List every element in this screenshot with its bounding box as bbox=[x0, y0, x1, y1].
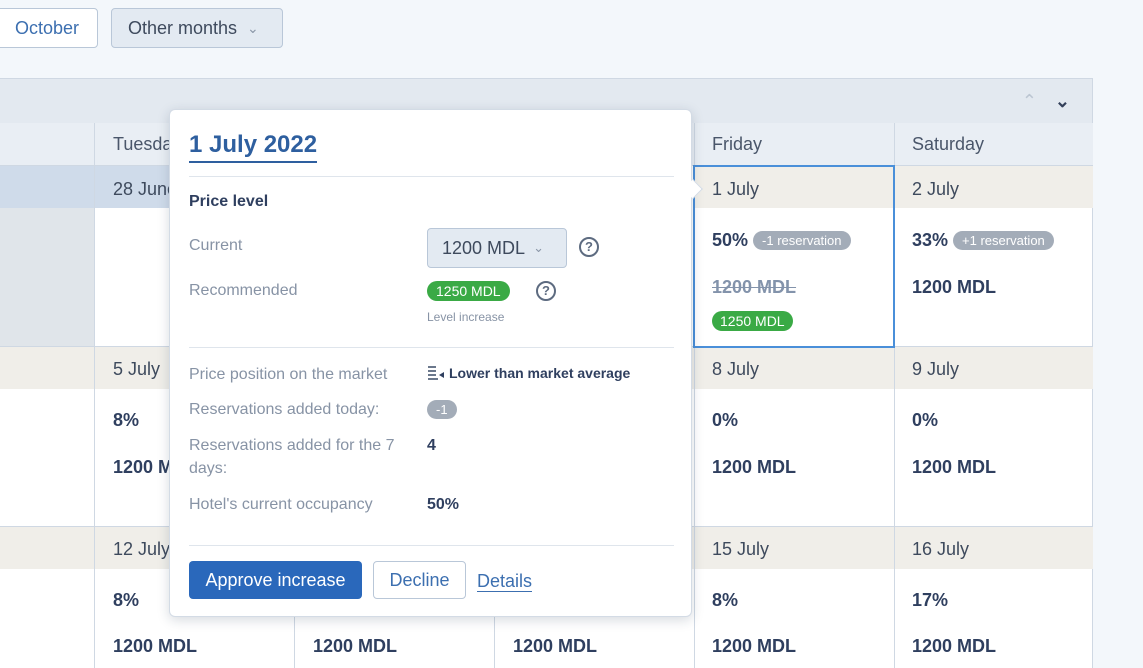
cell-occupancy: 8% bbox=[113, 590, 140, 610]
divider bbox=[189, 176, 674, 177]
cell-occupancy: 17% bbox=[912, 590, 949, 610]
cell-date[interactable]: 15 July bbox=[712, 539, 769, 560]
occupancy-value: 50% bbox=[427, 496, 460, 513]
popover-title[interactable]: 1 July 2022 bbox=[189, 131, 318, 163]
cell-date[interactable]: 8 July bbox=[712, 359, 759, 380]
chevron-down-icon: ⌄ bbox=[247, 19, 259, 36]
market-position: Lower than market average bbox=[427, 364, 630, 382]
cell-price: 1200 MDL bbox=[912, 277, 997, 297]
cell-date[interactable]: 2 July bbox=[912, 179, 959, 200]
divider bbox=[189, 545, 674, 546]
column-divider bbox=[94, 123, 95, 668]
other-months-label: Other months bbox=[128, 17, 238, 38]
today-reservations-badge: -1 bbox=[427, 400, 457, 419]
cell-occupancy: 0% bbox=[712, 410, 739, 430]
day-header-saturday: Saturday bbox=[894, 123, 1093, 166]
recommended-label: Recommended bbox=[189, 282, 298, 299]
help-icon[interactable]: ? bbox=[579, 237, 599, 257]
details-link[interactable]: Details bbox=[477, 571, 533, 592]
current-price-value: 1200 MDL bbox=[442, 237, 526, 258]
cell-date[interactable]: 16 July bbox=[912, 539, 969, 560]
occupancy-label: Hotel's current occupancy bbox=[189, 496, 373, 513]
reservation-badge: +1 reservation bbox=[953, 231, 1054, 250]
chevron-up-icon[interactable]: ⌃ bbox=[1022, 91, 1037, 112]
cell-date[interactable]: 5 July bbox=[113, 359, 160, 380]
selected-day-cell[interactable] bbox=[693, 165, 895, 348]
cell-price: 1200 MDL bbox=[113, 636, 198, 656]
cell-price: 1200 MDL bbox=[712, 636, 797, 656]
today-label: Reservations added today: bbox=[189, 401, 380, 418]
cell-date[interactable]: 9 July bbox=[912, 359, 959, 380]
day-header-monday bbox=[0, 123, 94, 166]
cell-price: 1200 MDL bbox=[912, 636, 997, 656]
calendar-nav: ⌃ ⌄ bbox=[1022, 91, 1070, 112]
chevron-down-icon: ⌄ bbox=[533, 240, 544, 255]
help-icon[interactable]: ? bbox=[536, 281, 556, 301]
approve-increase-button[interactable]: Approve increase bbox=[189, 561, 362, 599]
other-months-dropdown[interactable]: Other months ⌄ bbox=[111, 8, 283, 48]
market-label: Price position on the market bbox=[189, 366, 388, 383]
week-reservations-value: 4 bbox=[427, 437, 436, 454]
cell-occupancy: 0% bbox=[912, 410, 939, 430]
week-label: Reservations added for the 7 days: bbox=[189, 437, 395, 477]
recommended-price-badge: 1250 MDL bbox=[427, 281, 510, 301]
date-band bbox=[0, 166, 94, 208]
cell-occupancy: 8% bbox=[712, 590, 739, 610]
day-details-popover: 1 July 2022 Price level Current 1200 MDL… bbox=[169, 109, 703, 617]
cell-price: 1200 MDL bbox=[513, 636, 598, 656]
cell-date[interactable]: 28 June bbox=[113, 179, 177, 200]
past-day-cell bbox=[0, 208, 94, 346]
cell-occupancy: 8% bbox=[113, 410, 140, 430]
cell-date[interactable]: 12 July bbox=[113, 539, 170, 560]
market-position-value: Lower than market average bbox=[449, 365, 631, 381]
decline-button[interactable]: Decline bbox=[373, 561, 466, 599]
october-button[interactable]: October bbox=[0, 8, 98, 48]
cell-occupancy: 33% +1 reservation bbox=[912, 230, 1054, 251]
section-title: Price level bbox=[189, 193, 269, 210]
cell-price: 1200 MDL bbox=[712, 457, 797, 477]
chevron-down-icon[interactable]: ⌄ bbox=[1055, 91, 1070, 112]
divider bbox=[189, 347, 674, 348]
day-header-friday: Friday bbox=[694, 123, 894, 166]
occupancy-value: 33% bbox=[912, 230, 949, 250]
market-position-icon bbox=[428, 366, 444, 380]
cell-price: 1200 MDL bbox=[912, 457, 997, 477]
current-price-select[interactable]: 1200 MDL ⌄ bbox=[427, 228, 567, 268]
current-label: Current bbox=[189, 237, 243, 254]
recommended-note: Level increase bbox=[427, 310, 505, 324]
cell-price: 1200 MDL bbox=[313, 636, 398, 656]
